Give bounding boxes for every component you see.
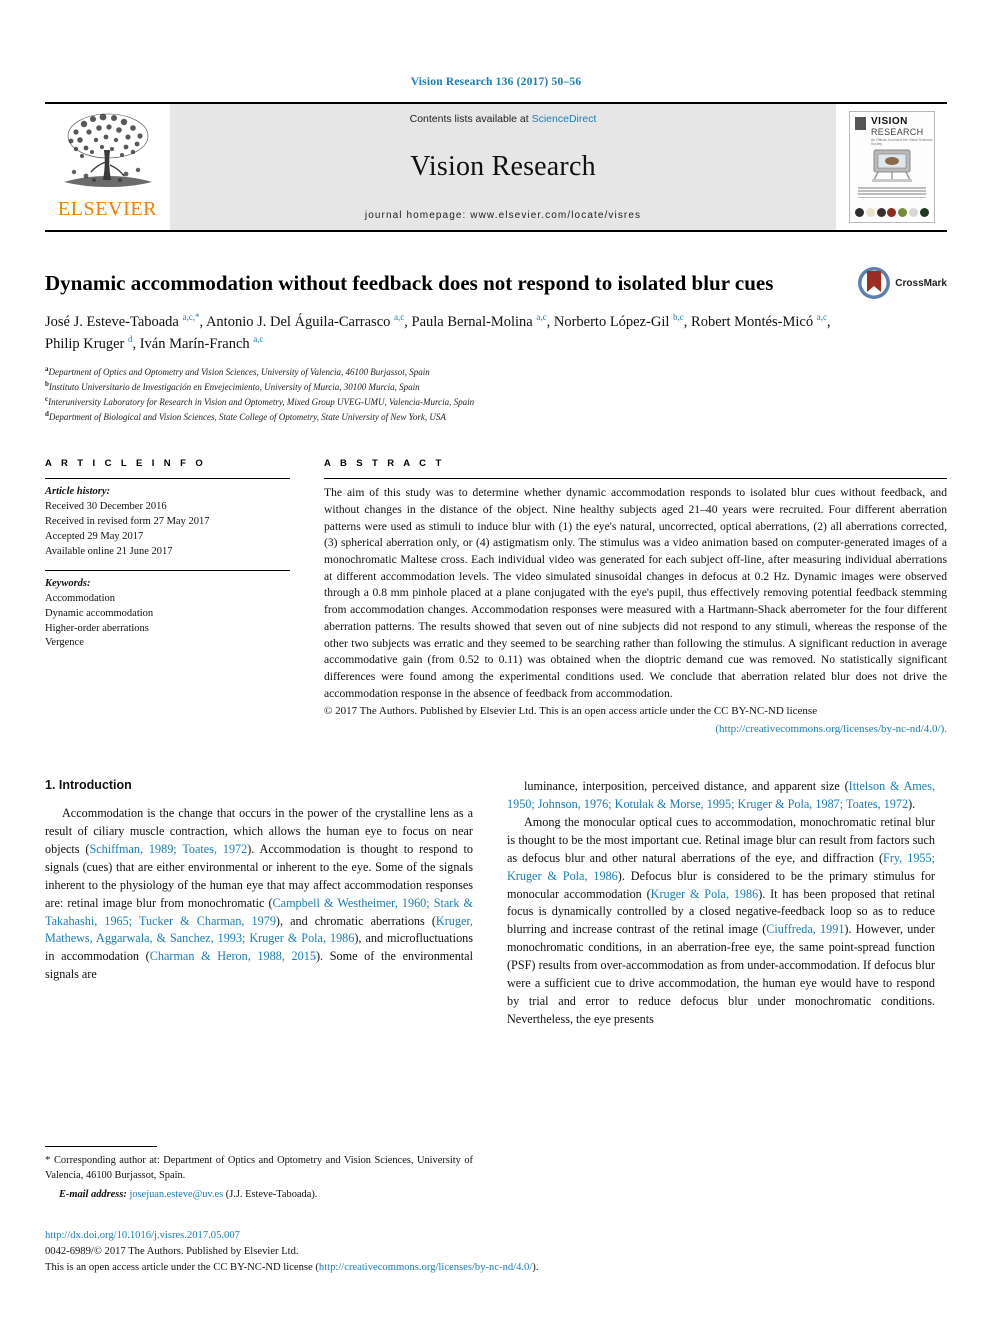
elsevier-wordmark: ELSEVIER — [57, 198, 158, 220]
contents-prefix: Contents lists available at — [409, 113, 532, 125]
abstract-column: A B S T R A C T The aim of this study wa… — [324, 458, 947, 738]
title-block: CrossMark Dynamic accommodation without … — [45, 267, 947, 424]
paper-page: Vision Research 136 (2017) 50–56 ELSEVIE… — [0, 0, 992, 1323]
cover-image: VISION RESEARCH An Official Journal of t… — [849, 111, 935, 223]
keyword-item: Vergence — [45, 637, 84, 649]
cover-thumbnail-row — [855, 208, 929, 217]
author-list: José J. Esteve-Taboada a,c,*, Antonio J.… — [45, 312, 831, 353]
license-prefix: This is an open access article under the… — [45, 1261, 319, 1273]
body-column-right: luminance, interposition, perceived dist… — [507, 778, 935, 1029]
article-info-column: A R T I C L E I N F O Article history: R… — [45, 458, 290, 738]
divider — [324, 478, 947, 480]
article-info-heading: A R T I C L E I N F O — [45, 458, 207, 470]
paragraph: luminance, interposition, perceived dist… — [507, 778, 935, 811]
affiliation-text: Instituto Universitario de Investigación… — [48, 382, 420, 393]
journal-homepage[interactable]: journal homepage: www.elsevier.com/locat… — [365, 210, 641, 221]
paragraph: Accommodation is the change that occurs … — [45, 805, 474, 982]
footer-license-line: This is an open access article under the… — [45, 1260, 665, 1276]
email-line: E-mail address: josejuan.esteve@uv.es (J… — [45, 1188, 473, 1203]
abstract-copyright: © 2017 The Authors. Published by Elsevie… — [324, 705, 818, 718]
affiliation-item: bInstituto Universitario de Investigació… — [45, 379, 947, 394]
corresponding-author-text: * Corresponding author at: Department of… — [45, 1154, 473, 1181]
crossmark-label: CrossMark — [895, 277, 947, 289]
affiliation-list: aDepartment of Optics and Optometry and … — [45, 364, 947, 424]
running-head: Vision Research 136 (2017) 50–56 — [410, 76, 582, 88]
cover-title-line2: RESEARCH — [871, 127, 924, 137]
body-column-left: 1. Introduction Accommodation is the cha… — [45, 778, 473, 1029]
history-item: Received 30 December 2016 — [45, 501, 167, 513]
keywords-label: Keywords: — [45, 577, 91, 589]
article-history: Article history: Received 30 December 20… — [45, 485, 290, 560]
affiliation-item: aDepartment of Optics and Optometry and … — [45, 364, 947, 379]
elsevier-logo: ELSEVIER — [45, 104, 170, 230]
contents-available-line: Contents lists available at ScienceDirec… — [410, 113, 597, 125]
body-columns: 1. Introduction Accommodation is the cha… — [45, 778, 947, 1029]
divider — [45, 569, 290, 571]
keyword-item: Higher-order aberrations — [45, 622, 149, 634]
abstract-text: The aim of this study was to determine w… — [324, 486, 947, 700]
email-label: E-mail address: — [59, 1188, 127, 1200]
keyword-item: Accommodation — [45, 592, 115, 604]
cover-subtitle: An Official Journal of the Vision Scienc… — [871, 138, 933, 146]
issn-copyright-line: 0042-6989/© 2017 The Authors. Published … — [45, 1245, 299, 1257]
keyword-item: Dynamic accommodation — [45, 607, 154, 619]
history-item: Received in revised form 27 May 2017 — [45, 516, 210, 528]
journal-cover-thumbnail: VISION RESEARCH An Official Journal of t… — [836, 104, 947, 230]
article-history-label: Article history: — [45, 486, 111, 498]
journal-title: Vision Research — [410, 150, 596, 182]
corresponding-author-footnote: * Corresponding author at: Department of… — [45, 1146, 473, 1203]
sciencedirect-link[interactable]: ScienceDirect — [532, 113, 597, 125]
info-abstract-row: A R T I C L E I N F O Article history: R… — [45, 458, 947, 738]
email-link[interactable]: josejuan.esteve@uv.es — [129, 1189, 223, 1200]
history-item: Available online 21 June 2017 — [45, 545, 173, 557]
section-heading-introduction: 1. Introduction — [45, 777, 132, 792]
affiliation-text: Department of Biological and Vision Scie… — [48, 412, 446, 423]
page-title: Dynamic accommodation without feedback d… — [45, 271, 774, 295]
elsevier-tree-icon — [63, 113, 152, 187]
journal-masthead: ELSEVIER Contents lists available at Sci… — [45, 102, 947, 232]
affiliation-item: dDepartment of Biological and Vision Sci… — [45, 409, 947, 424]
footer-block: http://dx.doi.org/10.1016/j.visres.2017.… — [45, 1228, 665, 1276]
license-suffix: ). — [532, 1261, 539, 1273]
cover-illustration-icon — [872, 149, 912, 182]
abstract-heading: A B S T R A C T — [324, 458, 445, 470]
masthead-center: Contents lists available at ScienceDirec… — [170, 104, 836, 230]
paragraph: Among the monocular optical cues to acco… — [507, 814, 935, 1027]
divider — [45, 478, 290, 480]
license-link[interactable]: http://creativecommons.org/licenses/by-n… — [319, 1262, 532, 1273]
doi-link[interactable]: http://dx.doi.org/10.1016/j.visres.2017.… — [45, 1228, 665, 1244]
cover-caption-lines — [858, 187, 926, 199]
cover-elsevier-mark-icon — [855, 117, 866, 130]
cover-title-line1: VISION — [871, 116, 908, 127]
email-owner: (J.J. Esteve-Taboada). — [225, 1188, 318, 1200]
footnote-divider — [45, 1146, 157, 1147]
crossmark-badge[interactable]: CrossMark — [857, 266, 947, 300]
affiliation-text: Department of Optics and Optometry and V… — [48, 367, 430, 378]
affiliation-item: cInteruniversity Laboratory for Research… — [45, 394, 947, 409]
affiliation-text: Interuniversity Laboratory for Research … — [48, 397, 475, 408]
history-item: Accepted 29 May 2017 — [45, 531, 144, 543]
keywords-block: Keywords: Accommodation Dynamic accommod… — [45, 577, 290, 652]
crossmark-icon — [858, 267, 891, 299]
abstract-license-link[interactable]: (http://creativecommons.org/licenses/by-… — [324, 722, 947, 738]
